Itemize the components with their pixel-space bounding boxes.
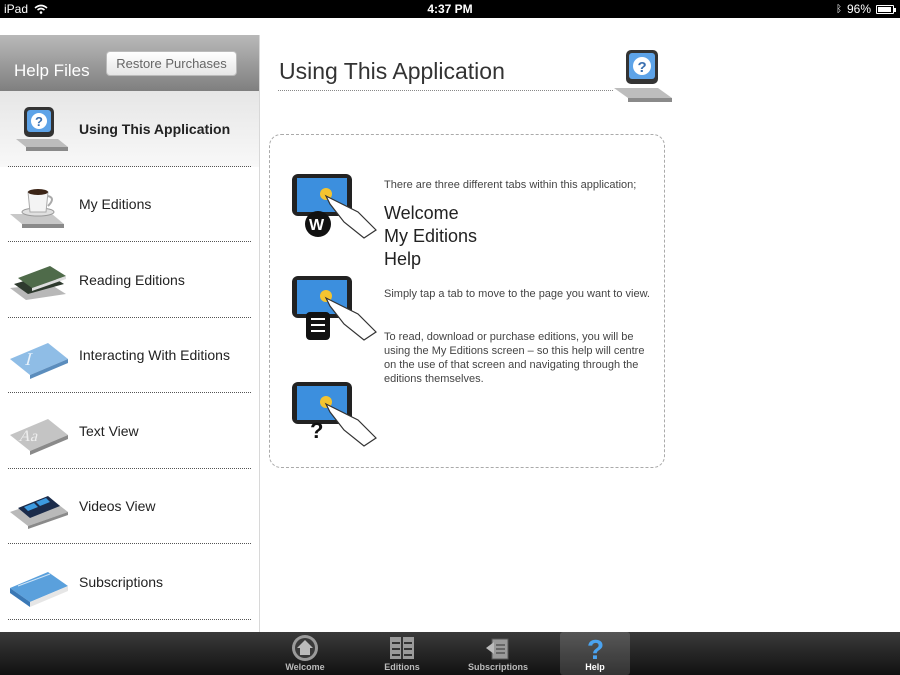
coffee-cup-icon (8, 178, 70, 230)
svg-text:W: W (309, 217, 325, 234)
svg-text:?: ? (35, 114, 43, 129)
help-question-icon: ? (8, 103, 70, 155)
page-title: Using This Application (279, 58, 505, 84)
help-item-reading-editions[interactable]: Reading Editions (0, 242, 259, 318)
help-item-label: Reading Editions (79, 271, 185, 288)
tab-name-my-editions: My Editions (384, 226, 478, 246)
help-item-subscriptions[interactable]: Subscriptions (0, 544, 259, 620)
help-question-icon: ? (612, 48, 674, 106)
tab-label: Editions (384, 662, 420, 672)
sidebar-title: Help Files (14, 61, 90, 80)
tap-instruction-text: Simply tap a tab to move to the page you… (384, 288, 650, 300)
home-icon (292, 635, 318, 661)
books-icon (8, 254, 70, 306)
question-mark-icon: ? (587, 634, 604, 662)
divider (8, 618, 251, 620)
clock: 4:37 PM (427, 2, 473, 16)
tab-name-welcome: Welcome (384, 203, 459, 223)
tab-editions[interactable]: Editions (367, 632, 437, 675)
battery-percent: 96% (846, 2, 871, 16)
help-item-label: My Editions (79, 196, 152, 213)
help-item-label: Videos View (79, 498, 156, 515)
help-item-using-this-application[interactable]: ? Using This Application (0, 91, 259, 167)
svg-text:?: ? (638, 59, 647, 76)
svg-text:?: ? (587, 634, 604, 662)
tab-help[interactable]: ? Help (560, 632, 630, 675)
editions-icon (390, 637, 414, 659)
tab-bar: Welcome Editions Subscriptions ? Help (0, 632, 900, 675)
tab-welcome[interactable]: Welcome (270, 632, 340, 675)
film-strip-icon (8, 480, 70, 532)
title-divider (278, 90, 613, 91)
blue-book-icon (8, 556, 70, 608)
tab-names-list: Welcome My Editions Help (384, 202, 477, 271)
bluetooth-icon: ᛒ (835, 3, 842, 15)
intro-text: There are three different tabs within th… (384, 179, 637, 191)
sidebar-header: Help Files Restore Purchases (0, 35, 259, 91)
editions-tab-hand-icon (288, 274, 378, 344)
tab-subscriptions[interactable]: Subscriptions (463, 632, 533, 675)
help-item-label: Subscriptions (79, 573, 164, 590)
help-item-videos-view[interactable]: Videos View (0, 469, 259, 544)
read-instruction-text: To read, download or purchase editions, … (384, 331, 645, 385)
subscriptions-icon (486, 638, 509, 660)
help-item-text-view[interactable]: Aa Text View (0, 393, 259, 469)
tab-label: Welcome (285, 662, 325, 672)
help-item-label: Using This Application (79, 120, 231, 137)
status-bar: iPad 4:37 PM ᛒ 96% (0, 0, 900, 18)
help-item-interacting-with-editions[interactable]: I Interacting With Editions (0, 318, 259, 393)
text-aa-icon: Aa (8, 405, 70, 457)
restore-purchases-button[interactable]: Restore Purchases (106, 51, 237, 76)
help-files-sidebar: Help Files Restore Purchases ? Using Thi… (0, 35, 260, 632)
info-letter-icon: I (8, 329, 70, 381)
welcome-tab-hand-icon: W (288, 172, 378, 242)
help-item-label: Interacting With Editions (79, 347, 230, 364)
battery-icon (876, 4, 896, 14)
tab-label: Subscriptions (467, 662, 528, 672)
help-item-label: Text View (79, 422, 139, 439)
help-item-my-editions[interactable]: My Editions (0, 167, 259, 242)
frame (0, 18, 900, 35)
help-tab-hand-icon: ? (288, 380, 378, 450)
tab-name-help: Help (384, 249, 422, 269)
svg-text:?: ? (310, 418, 323, 443)
tab-label: Help (585, 662, 605, 672)
